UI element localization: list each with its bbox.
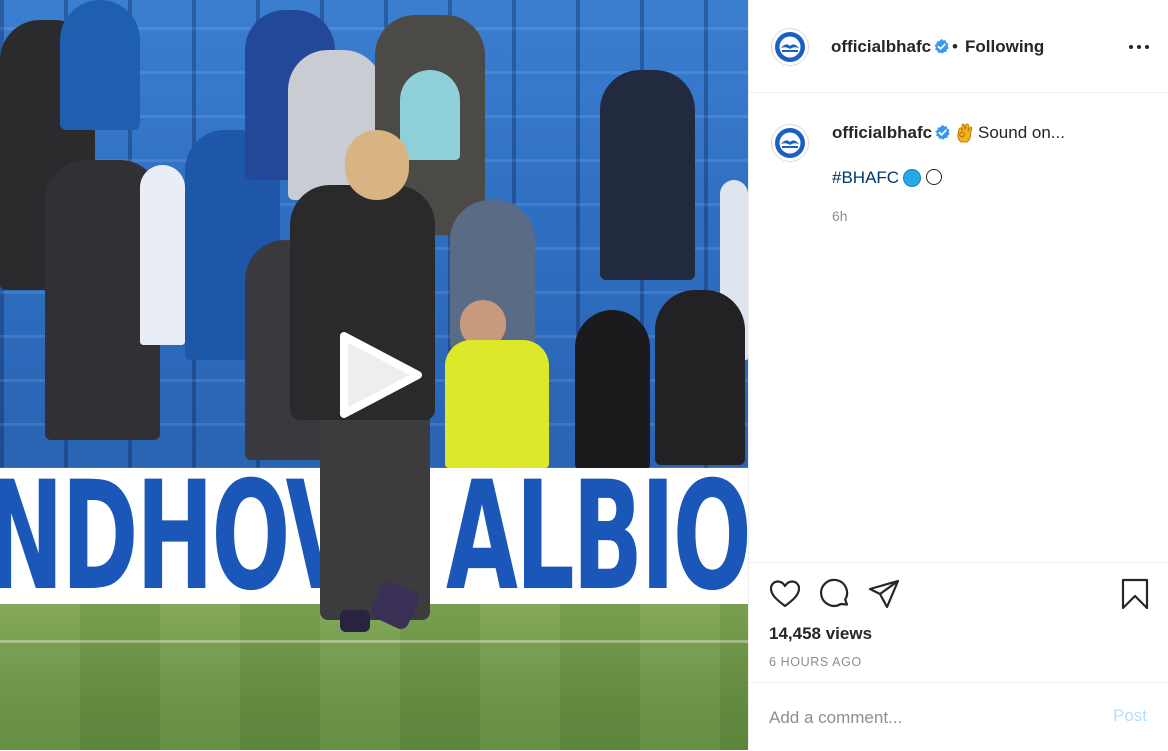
comment-bar: Post (749, 682, 1168, 751)
spectator (60, 0, 140, 130)
spectator (400, 70, 460, 160)
blue-circle-emoji-icon (903, 169, 921, 187)
comment-icon (820, 578, 849, 607)
comment-button[interactable] (818, 577, 852, 611)
play-button[interactable] (334, 330, 424, 420)
verified-badge-icon (935, 124, 950, 140)
share-button[interactable] (867, 577, 901, 611)
hashtag-link[interactable]: #BHAFC (832, 168, 899, 188)
play-icon (340, 332, 422, 418)
save-button[interactable] (1118, 577, 1152, 611)
avatar[interactable] (771, 28, 809, 66)
post-video[interactable]: NDHOVE ALBION (0, 0, 748, 750)
caption-avatar[interactable] (771, 124, 809, 162)
more-dots-icon (1145, 45, 1149, 49)
club-crest-icon (773, 126, 807, 160)
like-button[interactable] (768, 577, 802, 611)
caption-text: Sound on... (978, 123, 1065, 142)
username[interactable]: officialbhafc (831, 37, 931, 57)
comment-input[interactable] (769, 703, 1089, 733)
ok-hand-emoji-icon (957, 123, 973, 143)
verified-badge-icon (934, 38, 949, 54)
more-dots-icon (1137, 45, 1141, 49)
pitch (0, 604, 748, 750)
white-circle-emoji-icon (926, 169, 942, 185)
coach (340, 610, 370, 632)
coach (345, 130, 409, 200)
caption-timestamp[interactable]: 6h (832, 208, 848, 224)
post-actions: 14,458 views 6 HOURS AGO (749, 562, 1168, 683)
following-button[interactable]: Following (965, 37, 1044, 57)
post-timestamp[interactable]: 6 HOURS AGO (769, 655, 862, 669)
post-header: officialbhafc • Following (749, 0, 1168, 93)
coach (320, 400, 430, 620)
post-details-panel: officialbhafc • Following officialbhafc … (748, 0, 1168, 750)
spectator (575, 310, 650, 470)
pitch-line (0, 640, 748, 643)
separator-dot: • (952, 37, 958, 56)
more-options-button[interactable] (1127, 35, 1153, 59)
more-dots-icon (1129, 45, 1133, 49)
bookmark-icon (1121, 578, 1149, 610)
caption-username[interactable]: officialbhafc (832, 123, 932, 143)
paper-plane-icon (868, 579, 900, 609)
spectator (600, 70, 695, 280)
view-count[interactable]: 14,458 views (769, 624, 872, 644)
steward-vest (445, 340, 549, 468)
spectator (655, 290, 745, 465)
post-comment-button[interactable]: Post (1113, 706, 1147, 726)
spectator (140, 165, 185, 345)
heart-icon (769, 580, 801, 608)
club-crest-icon (773, 30, 807, 64)
